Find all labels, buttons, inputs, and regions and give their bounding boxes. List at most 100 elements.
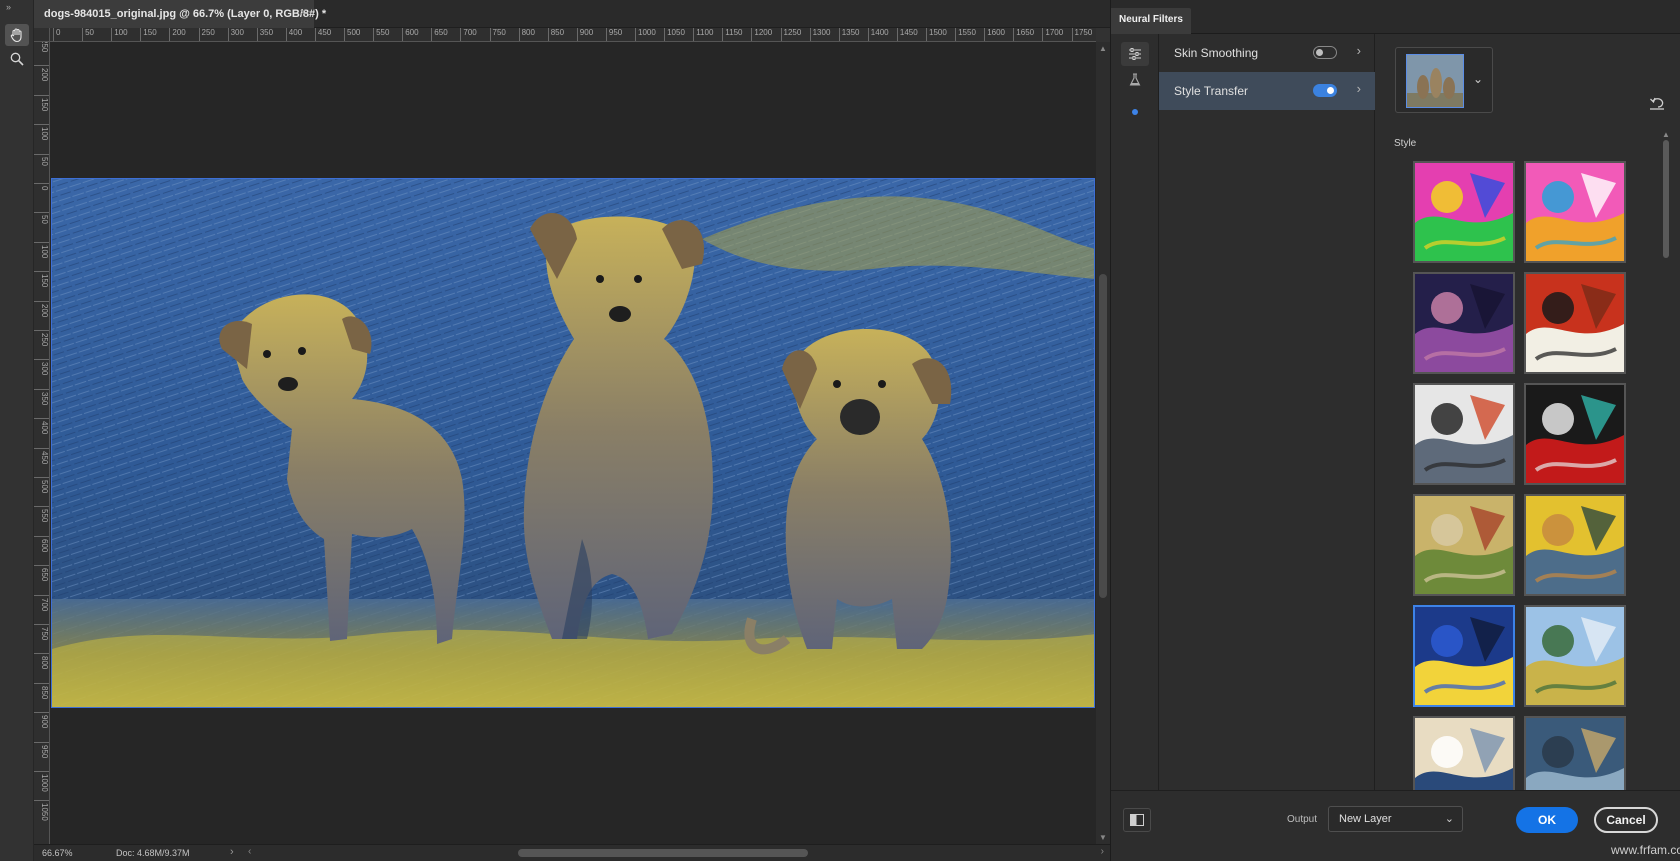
chevron-right-icon[interactable]: › <box>1357 81 1361 96</box>
ruler-tick-label: 150 <box>34 271 49 300</box>
ruler-tick-label: 0 <box>34 183 49 212</box>
ruler-tick-label: 350 <box>34 388 49 418</box>
sliders-icon <box>1129 48 1141 60</box>
gray-cubist-style-thumbnail[interactable] <box>1413 383 1515 485</box>
ruler-tick-label: 400 <box>34 418 49 447</box>
ruler-tick-label: 50 <box>34 153 49 183</box>
options-scroll-thumb[interactable] <box>1663 140 1669 258</box>
village-painting-style-thumbnail[interactable] <box>1413 494 1515 596</box>
tattoo-style-thumbnail[interactable] <box>1524 383 1626 485</box>
ruler-tick-label: 1100 <box>693 28 713 41</box>
van-gogh-portrait-style-thumbnail[interactable] <box>1524 494 1626 596</box>
great-wave-style-thumbnail[interactable] <box>1413 716 1515 790</box>
ruler-tick-label: 200 <box>34 65 49 94</box>
magnifier-icon <box>10 52 24 66</box>
all-filters-button[interactable] <box>1121 42 1149 66</box>
ruler-tick-label: 900 <box>34 712 49 741</box>
neural-filters-tab[interactable]: Neural Filters <box>1111 8 1191 34</box>
ruler-origin[interactable] <box>34 28 50 42</box>
panel-header: Neural Filters <box>1111 0 1680 34</box>
canvas-horizontal-scrollbar[interactable]: ‹ › <box>248 846 1104 858</box>
filter-toggle[interactable] <box>1313 84 1337 97</box>
ruler-tick-label: 1450 <box>896 28 918 41</box>
dark-figure-style-thumbnail[interactable] <box>1413 272 1515 374</box>
document-tab-title: dogs-984015_original.jpg @ 66.7% (Layer … <box>44 8 327 20</box>
reference-image-selector[interactable]: ⌄ <box>1395 47 1493 113</box>
starry-night-style-thumbnail[interactable] <box>1413 605 1515 707</box>
scroll-up-icon[interactable]: ▲ <box>1662 130 1670 139</box>
ruler-tick-label: 950 <box>605 28 622 41</box>
zoom-tool-button[interactable] <box>5 48 29 70</box>
show-preview-toggle[interactable] <box>1123 808 1151 832</box>
ruler-tick-label: 1600 <box>984 28 1005 41</box>
horizontal-ruler[interactable]: 0 50 100 150 200 250 300 350 400 450 500 550 600 650 7… <box>50 28 1096 42</box>
reference-image-preview <box>1406 54 1464 108</box>
dogs-image-layer[interactable] <box>51 178 1095 708</box>
filter-toggle[interactable] <box>1313 46 1337 59</box>
document-canvas[interactable] <box>50 42 1096 844</box>
scroll-right-icon[interactable]: › <box>1101 846 1104 857</box>
colorful-portrait-style-thumbnail[interactable] <box>1524 161 1626 263</box>
status-bar: 66.67% Doc: 4.68M/9.37M › ‹ › <box>34 844 1110 861</box>
beta-filters-button[interactable] <box>1121 68 1149 92</box>
ruler-tick-label: 1000 <box>635 28 656 41</box>
colorful-portrait-style-icon <box>1526 163 1624 261</box>
ruler-tick-label: 450 <box>34 447 49 477</box>
panel-footer: Output New Layer ⌄ OK Cancel www.frfam.c… <box>1111 790 1680 861</box>
filter-category-rail <box>1111 34 1159 790</box>
style-transfer-options: ⌄ Style ▲ <box>1375 34 1680 790</box>
canvas-vertical-scrollbar[interactable]: ▲ ▼ <box>1096 42 1110 844</box>
ruler-tick-label: 200 <box>169 28 186 41</box>
cubist-style-thumbnail[interactable] <box>1524 272 1626 374</box>
active-category-indicator <box>1132 109 1138 115</box>
ruler-tick-label: 350 <box>256 28 273 41</box>
wheat-field-style-icon <box>1526 607 1624 705</box>
ruler-tick-label: 1250 <box>780 28 801 41</box>
ruler-tick-label: 600 <box>34 535 49 565</box>
wheat-field-style-thumbnail[interactable] <box>1524 605 1626 707</box>
filter-row-skin-smoothing[interactable]: Skin Smoothing › <box>1159 34 1375 72</box>
zoom-level[interactable]: 66.67% <box>42 848 73 858</box>
close-tab-icon[interactable]: × <box>300 7 306 19</box>
chevron-right-icon[interactable]: › <box>1357 43 1361 58</box>
ruler-tick-label: 200 <box>34 300 49 330</box>
ruler-tick-label: 1300 <box>809 28 830 41</box>
cancel-button[interactable]: Cancel <box>1594 807 1658 833</box>
reset-parameters-button[interactable] <box>1649 96 1665 113</box>
flask-icon <box>1129 73 1141 86</box>
ruler-tick-label: 950 <box>34 741 49 771</box>
toggle-knob <box>1316 49 1323 56</box>
ok-button[interactable]: OK <box>1516 807 1578 833</box>
output-dropdown[interactable]: New Layer ⌄ <box>1328 806 1463 832</box>
vertical-ruler[interactable]: 250 200 150 100 50 0 50 100 150 200 250 300 350 400 45… <box>34 42 50 844</box>
filter-row-style-transfer[interactable]: Style Transfer › <box>1159 72 1375 110</box>
toggle-knob <box>1327 87 1334 94</box>
scroll-down-icon[interactable]: ▼ <box>1099 833 1107 842</box>
status-menu-chevron-icon[interactable]: › <box>230 846 234 858</box>
ruler-tick-label: 450 <box>314 28 331 41</box>
vertical-scroll-thumb[interactable] <box>1099 274 1107 598</box>
ruler-tick-label: 900 <box>576 28 593 41</box>
ruler-tick-label: 1500 <box>926 28 947 41</box>
document-tab[interactable]: dogs-984015_original.jpg @ 66.7% (Layer … <box>34 0 326 28</box>
cubist-style-icon <box>1526 274 1624 372</box>
abstract-face-style-thumbnail[interactable] <box>1413 161 1515 263</box>
ruler-tick-label: 650 <box>34 565 49 594</box>
scroll-left-icon[interactable]: ‹ <box>248 846 251 857</box>
ruler-tick-label: 150 <box>34 94 49 124</box>
options-scrollbar[interactable]: ▲ <box>1661 130 1671 790</box>
ruler-tick-label: 250 <box>34 330 49 359</box>
chevron-down-icon: ⌄ <box>1444 813 1454 825</box>
dancers-style-thumbnail[interactable] <box>1524 716 1626 790</box>
ruler-tick-label: 1650 <box>1013 28 1034 41</box>
collapse-toolbar-icon[interactable]: » <box>6 2 11 12</box>
abstract-face-style-icon <box>1415 163 1513 261</box>
middle-puppy <box>523 212 713 639</box>
scroll-up-icon[interactable]: ▲ <box>1099 44 1107 53</box>
ruler-tick-label: 1050 <box>34 800 49 829</box>
horizontal-scroll-thumb[interactable] <box>518 849 808 857</box>
output-label: Output <box>1287 814 1318 825</box>
ruler-tick-label: 700 <box>460 28 477 41</box>
hand-tool-button[interactable] <box>5 24 29 46</box>
gray-cubist-style-icon <box>1415 385 1513 483</box>
